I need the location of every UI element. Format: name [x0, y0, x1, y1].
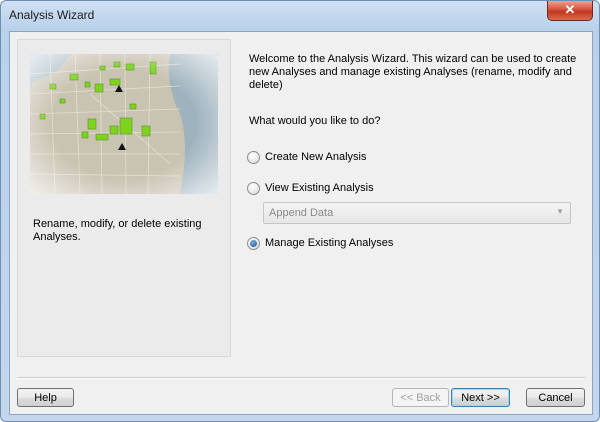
analysis-wizard-window: Analysis Wizard ✕ Rename, modify, or del… [0, 0, 600, 422]
next-button[interactable]: Next >> [451, 388, 510, 407]
window-title: Analysis Wizard [9, 8, 95, 22]
question-text: What would you like to do? [249, 115, 381, 127]
analysis-select[interactable]: Append Data ▼ [263, 202, 571, 224]
map-preview-image [30, 54, 218, 194]
radio-label[interactable]: Create New Analysis [265, 151, 367, 163]
left-panel: Rename, modify, or delete existing Analy… [17, 39, 231, 357]
radio-create-new[interactable] [247, 150, 260, 164]
intro-text: Welcome to the Analysis Wizard. This wiz… [249, 53, 577, 91]
option-create-new-analysis[interactable]: Create New Analysis [247, 149, 367, 165]
chevron-down-icon: ▼ [556, 207, 564, 216]
dialog-client: Rename, modify, or delete existing Analy… [9, 31, 593, 415]
map-illustration [30, 54, 218, 194]
option-view-existing-analysis[interactable]: View Existing Analysis [247, 180, 374, 196]
close-icon: ✕ [564, 2, 576, 17]
radio-label[interactable]: View Existing Analysis [265, 182, 374, 194]
analysis-select-value: Append Data [269, 207, 334, 219]
radio-label[interactable]: Manage Existing Analyses [265, 237, 393, 249]
back-button[interactable]: << Back [392, 388, 449, 407]
option-manage-existing-analyses[interactable]: Manage Existing Analyses [247, 235, 393, 251]
left-panel-description: Rename, modify, or delete existing Analy… [33, 218, 202, 243]
close-button[interactable]: ✕ [547, 1, 593, 21]
title-bar[interactable]: Analysis Wizard ✕ [1, 1, 599, 31]
help-button[interactable]: Help [17, 388, 74, 407]
cancel-button[interactable]: Cancel [526, 388, 585, 407]
radio-manage-existing[interactable] [247, 236, 260, 250]
footer-divider [17, 377, 585, 379]
radio-view-existing[interactable] [247, 181, 260, 195]
